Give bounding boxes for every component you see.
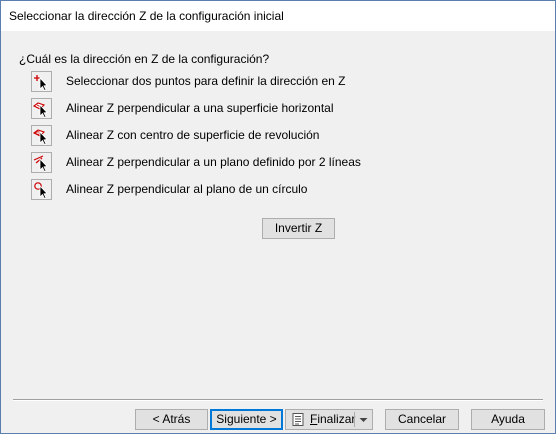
- wizard-content: ¿Cuál es la dirección en Z de la configu…: [1, 31, 555, 433]
- option-label-circle: Alinear Z perpendicular al plano de un c…: [66, 182, 308, 196]
- next-button[interactable]: Siguiente >: [210, 409, 283, 430]
- wizard-window: Seleccionar la dirección Z de la configu…: [0, 0, 556, 434]
- horizontal-surface-icon: [33, 102, 48, 118]
- footer-separator: [13, 399, 543, 401]
- window-title: Seleccionar la dirección Z de la configu…: [9, 9, 284, 23]
- invert-z-button[interactable]: Invertir Z: [262, 218, 335, 239]
- revolution-surface-icon: [33, 129, 48, 145]
- finish-split-button: Finalizar: [285, 409, 373, 430]
- pick-two-points-icon: [34, 75, 48, 91]
- option-label-two-lines: Alinear Z perpendicular a un plano defin…: [66, 155, 361, 169]
- pick-two-points-button[interactable]: [31, 71, 52, 92]
- two-lines-plane-button[interactable]: [31, 152, 52, 173]
- help-button[interactable]: Ayuda: [471, 409, 545, 430]
- option-label-two-points: Seleccionar dos puntos para definir la d…: [66, 74, 346, 88]
- revolution-surface-button[interactable]: [31, 125, 52, 146]
- finish-dropdown-button[interactable]: [355, 410, 372, 429]
- option-label-revolution-surface: Alinear Z con centro de superficie de re…: [66, 128, 320, 142]
- finish-document-icon: [292, 413, 304, 426]
- option-label-horizontal-surface: Alinear Z perpendicular a una superficie…: [66, 101, 334, 115]
- back-button[interactable]: < Atrás: [135, 409, 208, 430]
- chevron-down-icon: [359, 418, 368, 422]
- finish-button[interactable]: Finalizar: [286, 410, 356, 429]
- finish-label: Finalizar: [310, 412, 356, 426]
- two-lines-plane-icon: [33, 155, 48, 172]
- horizontal-surface-button[interactable]: [31, 98, 52, 119]
- title-bar: Seleccionar la dirección Z de la configu…: [1, 1, 555, 31]
- cancel-button[interactable]: Cancelar: [385, 409, 459, 430]
- circle-plane-button[interactable]: [31, 179, 52, 200]
- question-label: ¿Cuál es la dirección en Z de la configu…: [19, 52, 270, 66]
- circle-plane-icon: [34, 182, 48, 199]
